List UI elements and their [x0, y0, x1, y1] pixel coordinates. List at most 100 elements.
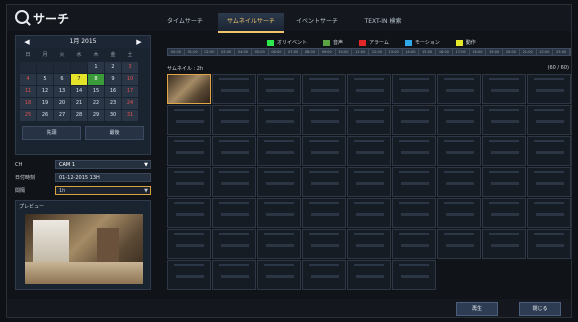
calendar-day[interactable]: 19	[37, 98, 53, 109]
calendar-day[interactable]: 15	[88, 86, 104, 97]
calendar-day[interactable]: 16	[105, 86, 121, 97]
calendar-day[interactable]: 1	[88, 62, 104, 73]
calendar-day[interactable]: 25	[20, 110, 36, 121]
thumbnail[interactable]	[347, 167, 391, 197]
calendar-day[interactable]: 22	[88, 98, 104, 109]
thumbnail[interactable]	[212, 260, 256, 290]
thumbnail[interactable]	[302, 105, 346, 135]
thumbnail[interactable]	[257, 136, 301, 166]
thumbnail[interactable]	[212, 229, 256, 259]
tab-time-search[interactable]: タイムサーチ	[152, 13, 218, 31]
thumbnail[interactable]	[527, 136, 571, 166]
thumbnail[interactable]	[392, 105, 436, 135]
thumbnail[interactable]	[347, 74, 391, 104]
thumbnail[interactable]	[437, 136, 481, 166]
calendar-day[interactable]: 23	[105, 98, 121, 109]
thumbnail[interactable]	[212, 105, 256, 135]
thumbnail[interactable]	[257, 105, 301, 135]
thumbnail[interactable]	[482, 74, 526, 104]
thumbnail[interactable]	[302, 260, 346, 290]
thumbnail[interactable]	[392, 260, 436, 290]
calendar-day[interactable]: 9	[105, 74, 121, 85]
thumbnail[interactable]	[257, 260, 301, 290]
thumbnail[interactable]	[167, 260, 211, 290]
calendar-day[interactable]: 3	[122, 62, 138, 73]
prev-month-icon[interactable]: ◀	[20, 36, 34, 48]
datetime-field[interactable]: 01-12-2015 13H	[55, 173, 151, 182]
thumbnail[interactable]	[437, 105, 481, 135]
thumbnail[interactable]	[437, 74, 481, 104]
thumbnail[interactable]	[347, 105, 391, 135]
ch-select[interactable]: CAM 1 ▼	[55, 160, 151, 169]
thumbnail[interactable]	[482, 229, 526, 259]
calendar-day[interactable]: 31	[122, 110, 138, 121]
calendar-day[interactable]: 12	[37, 86, 53, 97]
calendar-day[interactable]: 17	[122, 86, 138, 97]
thumbnail[interactable]	[437, 198, 481, 228]
thumbnail[interactable]	[347, 136, 391, 166]
calendar-day[interactable]: 30	[105, 110, 121, 121]
calendar-day[interactable]: 28	[71, 110, 87, 121]
calendar-day[interactable]: 13	[54, 86, 70, 97]
thumbnail[interactable]	[167, 105, 211, 135]
thumbnail[interactable]	[482, 105, 526, 135]
thumbnail[interactable]	[167, 136, 211, 166]
calendar-day[interactable]: 11	[20, 86, 36, 97]
thumbnail[interactable]	[482, 167, 526, 197]
interval-select[interactable]: 1h ▼	[55, 186, 151, 195]
calendar-day[interactable]: 26	[37, 110, 53, 121]
play-button[interactable]: 再生	[456, 302, 498, 316]
calendar-day[interactable]: 7	[71, 74, 87, 85]
thumbnail[interactable]	[437, 229, 481, 259]
thumbnail[interactable]	[257, 229, 301, 259]
calendar-day[interactable]: 29	[88, 110, 104, 121]
thumbnail[interactable]	[392, 74, 436, 104]
thumbnail[interactable]	[392, 167, 436, 197]
tab-event-search[interactable]: イベントサーチ	[284, 13, 350, 31]
thumbnail[interactable]	[392, 198, 436, 228]
thumbnail[interactable]	[527, 105, 571, 135]
thumbnail[interactable]	[527, 74, 571, 104]
thumbnail[interactable]	[392, 229, 436, 259]
thumbnail[interactable]	[392, 136, 436, 166]
thumbnail[interactable]	[482, 136, 526, 166]
calendar-day[interactable]: 8	[88, 74, 104, 85]
first-button[interactable]: 先頭	[22, 126, 81, 140]
calendar-day[interactable]: 4	[20, 74, 36, 85]
calendar-day[interactable]: 14	[71, 86, 87, 97]
calendar-day[interactable]: 24	[122, 98, 138, 109]
calendar-day[interactable]: 20	[54, 98, 70, 109]
thumbnail[interactable]	[257, 198, 301, 228]
thumbnail[interactable]	[347, 260, 391, 290]
thumbnail[interactable]	[302, 136, 346, 166]
thumbnail[interactable]	[437, 167, 481, 197]
thumbnail[interactable]	[212, 198, 256, 228]
thumbnail[interactable]	[167, 229, 211, 259]
calendar-day[interactable]: 6	[54, 74, 70, 85]
thumbnail[interactable]	[527, 167, 571, 197]
thumbnail[interactable]	[527, 229, 571, 259]
tab-thumbnail-search[interactable]: サムネイルサーチ	[218, 13, 284, 33]
calendar-day[interactable]: 21	[71, 98, 87, 109]
next-month-icon[interactable]: ▶	[132, 36, 146, 48]
thumbnail[interactable]	[527, 198, 571, 228]
thumbnail[interactable]	[212, 167, 256, 197]
tab-text-in-search[interactable]: TEXT-IN 検索	[350, 13, 416, 31]
thumbnail[interactable]	[167, 167, 211, 197]
thumbnail[interactable]	[347, 198, 391, 228]
thumbnail[interactable]	[257, 74, 301, 104]
thumbnail[interactable]	[167, 198, 211, 228]
calendar-day[interactable]: 18	[20, 98, 36, 109]
thumbnail[interactable]	[212, 74, 256, 104]
calendar-day[interactable]: 2	[105, 62, 121, 73]
close-button[interactable]: 閉じる	[519, 302, 561, 316]
thumbnail[interactable]	[212, 136, 256, 166]
thumbnail[interactable]	[167, 74, 211, 104]
calendar-day[interactable]: 27	[54, 110, 70, 121]
thumbnail[interactable]	[302, 167, 346, 197]
thumbnail[interactable]	[302, 74, 346, 104]
last-button[interactable]: 最後	[85, 126, 144, 140]
calendar-day[interactable]: 10	[122, 74, 138, 85]
thumbnail[interactable]	[302, 198, 346, 228]
time-ticks[interactable]: 00:00 01:00 02:00 03:00 04:00 05:00 06:00 07:00…	[167, 48, 571, 56]
